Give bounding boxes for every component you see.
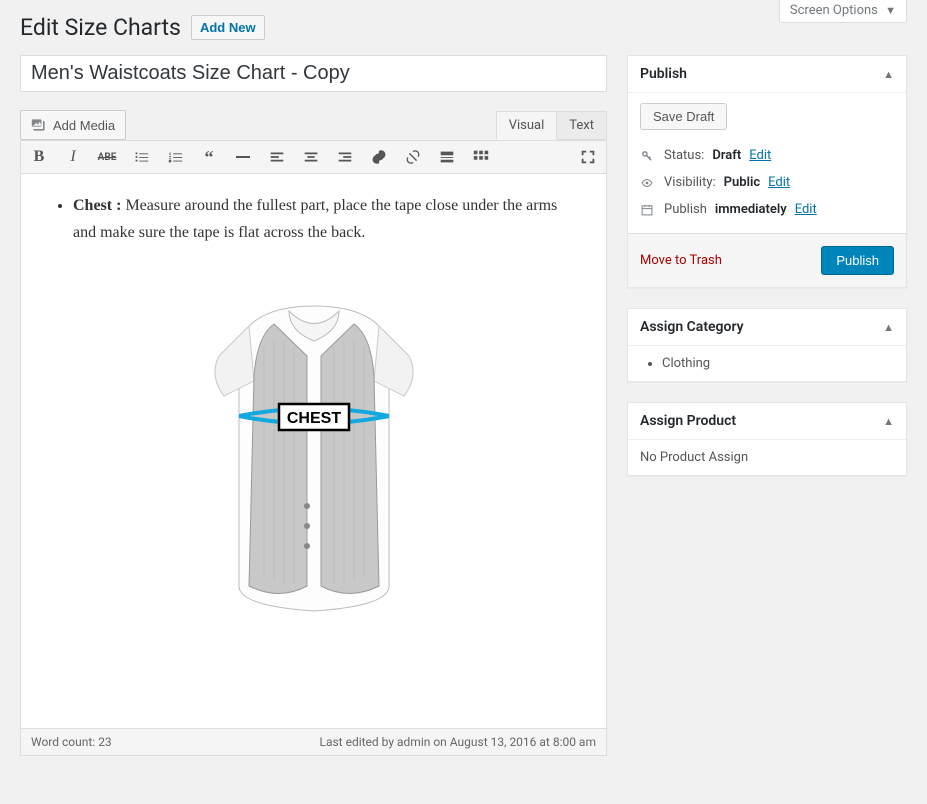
publish-box-title: Publish xyxy=(640,66,687,82)
save-draft-button[interactable]: Save Draft xyxy=(640,103,727,130)
tab-visual[interactable]: Visual xyxy=(496,111,558,140)
edit-visibility-link[interactable]: Edit xyxy=(768,175,790,190)
category-item: Clothing xyxy=(662,356,894,371)
fullscreen-button[interactable] xyxy=(578,147,598,167)
calendar-icon xyxy=(640,203,656,217)
page-header: Edit Size Charts Add New xyxy=(20,0,907,41)
add-new-button[interactable]: Add New xyxy=(191,15,265,40)
media-icon xyxy=(31,117,47,133)
post-title-input[interactable] xyxy=(20,55,607,92)
content-editor[interactable]: Chest : Measure around the fullest part,… xyxy=(20,174,607,729)
chevron-up-icon: ▲ xyxy=(883,321,894,334)
editor-mode-tabs: Visual Text xyxy=(496,111,607,140)
tab-text[interactable]: Text xyxy=(557,111,607,140)
publish-button[interactable]: Publish xyxy=(821,246,894,275)
key-icon xyxy=(640,149,656,163)
chevron-up-icon: ▲ xyxy=(883,68,894,81)
move-to-trash-link[interactable]: Move to Trash xyxy=(640,253,722,268)
numbered-list-button[interactable] xyxy=(165,147,185,167)
editor-toolbar: B I ABE “ xyxy=(20,140,607,174)
align-left-button[interactable] xyxy=(267,147,287,167)
toolbar-toggle-button[interactable] xyxy=(471,147,491,167)
schedule-row: Publish immediately Edit xyxy=(640,196,894,223)
add-media-label: Add Media xyxy=(53,118,115,133)
edit-schedule-link[interactable]: Edit xyxy=(795,202,817,217)
chevron-up-icon: ▲ xyxy=(883,415,894,428)
italic-button[interactable]: I xyxy=(63,147,83,167)
category-box-title: Assign Category xyxy=(640,319,744,335)
chevron-down-icon: ▼ xyxy=(885,4,896,17)
word-count: Word count: 23 xyxy=(31,735,112,749)
editor-status-bar: Word count: 23 Last edited by admin on A… xyxy=(20,729,607,756)
screen-options-label: Screen Options xyxy=(790,3,878,18)
publish-box: Publish ▲ Save Draft Status: Draft Edit … xyxy=(627,55,907,288)
hr-button[interactable] xyxy=(233,147,253,167)
blockquote-button[interactable]: “ xyxy=(199,147,219,167)
more-tag-button[interactable] xyxy=(437,147,457,167)
strikethrough-button[interactable]: ABE xyxy=(97,147,117,167)
image-label-text: CHEST xyxy=(286,410,340,427)
status-row: Status: Draft Edit xyxy=(640,142,894,169)
visibility-row: Visibility: Public Edit xyxy=(640,169,894,196)
bold-button[interactable]: B xyxy=(29,147,49,167)
product-box: Assign Product ▲ No Product Assign xyxy=(627,402,907,476)
content-bold-label: Chest : xyxy=(73,197,121,214)
content-image: CHEST xyxy=(49,286,578,616)
align-right-button[interactable] xyxy=(335,147,355,167)
edit-status-link[interactable]: Edit xyxy=(749,148,771,163)
category-box: Assign Category ▲ Clothing xyxy=(627,308,907,382)
product-empty-text: No Product Assign xyxy=(640,450,748,465)
bullet-list-button[interactable] xyxy=(131,147,151,167)
category-box-header[interactable]: Assign Category ▲ xyxy=(628,309,906,346)
add-media-button[interactable]: Add Media xyxy=(20,110,126,140)
publish-box-header[interactable]: Publish ▲ xyxy=(628,56,906,93)
link-button[interactable] xyxy=(369,147,389,167)
content-text: Measure around the fullest part, place t… xyxy=(73,197,557,241)
page-title: Edit Size Charts xyxy=(20,14,181,41)
product-box-header[interactable]: Assign Product ▲ xyxy=(628,403,906,440)
unlink-button[interactable] xyxy=(403,147,423,167)
screen-options-toggle[interactable]: Screen Options ▼ xyxy=(779,0,907,23)
align-center-button[interactable] xyxy=(301,147,321,167)
eye-icon xyxy=(640,176,656,190)
last-edited: Last edited by admin on August 13, 2016 … xyxy=(320,735,597,749)
content-line: Chest : Measure around the fullest part,… xyxy=(73,192,578,246)
product-box-title: Assign Product xyxy=(640,413,736,429)
